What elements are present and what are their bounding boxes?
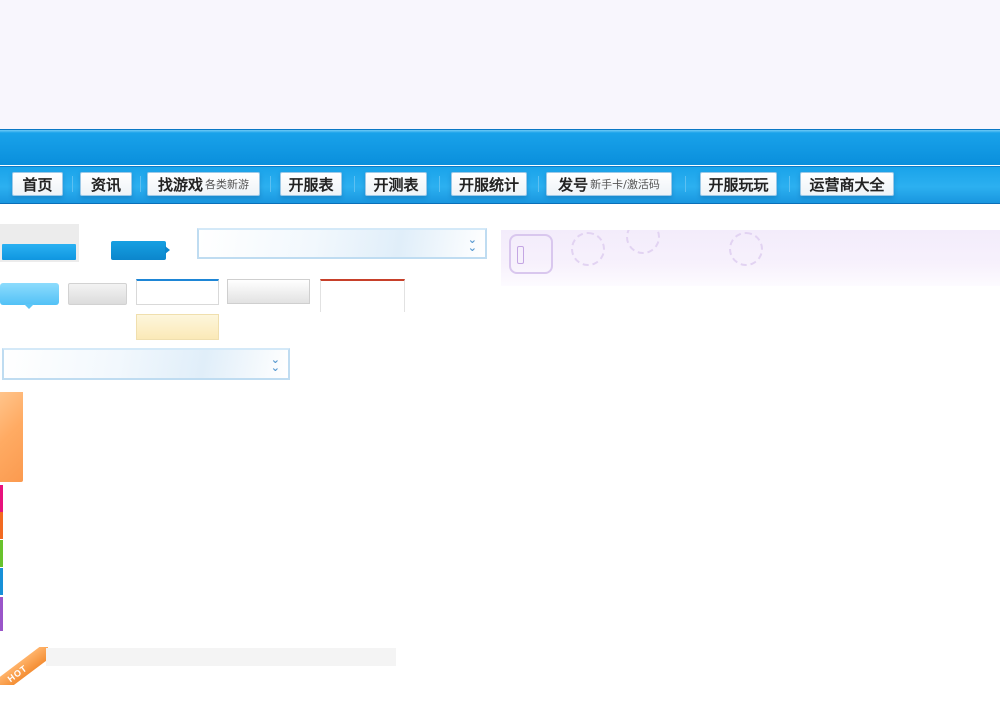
nav-separator [72, 176, 73, 192]
blue-top-tab-box[interactable] [136, 279, 219, 305]
double-chevron-down-icon: ⌄ ⌄ [270, 353, 280, 374]
green-rank-bar [0, 540, 3, 567]
nav-separator [354, 176, 355, 192]
nav-item-label: 找游戏 [157, 175, 203, 194]
gray-gradient-button[interactable] [227, 279, 310, 304]
nav-item-play-new-servers[interactable]: 开服玩玩 [700, 172, 777, 196]
decorative-banner [501, 230, 1000, 286]
gray-button-sprite[interactable] [68, 283, 127, 305]
pink-rank-bar [0, 485, 3, 512]
nav-item-label: 开服表 [288, 175, 334, 194]
hot-label: HOT [5, 662, 30, 684]
blue-tab-sprite[interactable] [2, 244, 76, 260]
nav-separator [538, 176, 539, 192]
phone-icon [509, 234, 553, 274]
nav-item-news[interactable]: 资讯 [80, 172, 132, 196]
flower-ornament-icon [571, 232, 605, 266]
blue-tag-sprite[interactable] [111, 241, 166, 260]
nav-separator [685, 176, 686, 192]
nav-separator [439, 176, 440, 192]
orange-label-sprite [0, 392, 23, 482]
nav-item-server-list[interactable]: 开服表 [280, 172, 342, 196]
nav-item-test-list[interactable]: 开测表 [365, 172, 427, 196]
nav-item-label: 开测表 [373, 175, 419, 194]
tag-arrow-icon [165, 246, 170, 254]
nav-separator [270, 176, 271, 192]
dropdown-select[interactable]: ⌄ ⌄ [197, 228, 487, 259]
nav-separator [140, 176, 141, 192]
hot-ribbon: HOT [0, 647, 48, 685]
purple-rank-bar [0, 597, 3, 631]
nav-item-operators[interactable]: 运营商大全 [800, 172, 894, 196]
dropdown-select-wide[interactable]: ⌄ ⌄ [2, 348, 290, 380]
double-chevron-down-icon: ⌄ ⌄ [467, 232, 477, 254]
nav-item-home[interactable]: 首页 [12, 172, 63, 196]
flower-ornament-icon [626, 230, 660, 254]
yellow-highlight-box [136, 314, 219, 340]
red-top-tab-box[interactable] [320, 279, 405, 312]
hot-ribbon-band: HOT [0, 647, 48, 685]
nav-item-label: 运营商大全 [809, 175, 885, 194]
nav-item-server-stats[interactable]: 开服统计 [451, 172, 527, 196]
nav-separator [789, 176, 790, 192]
nav-item-label: 资讯 [90, 175, 121, 194]
nav-item-sublabel: 新手卡/激活码 [590, 178, 660, 191]
nav-item-gift-codes[interactable]: 发号 新手卡/激活码 [546, 172, 672, 196]
nav-item-label: 首页 [22, 175, 53, 194]
flower-ornament-icon [729, 232, 763, 266]
header-background [0, 0, 1000, 129]
sky-blue-button-sprite[interactable] [0, 283, 59, 305]
blue-rank-bar [0, 568, 3, 595]
nav-item-find-games[interactable]: 找游戏 各类新游 [147, 172, 260, 196]
orange-rank-bar [0, 512, 3, 539]
nav-item-label: 发号 [558, 175, 589, 194]
tooltip-pointer-icon [24, 304, 34, 309]
nav-upper-band [0, 129, 1000, 165]
hot-list-bar [46, 648, 396, 666]
nav-item-label: 开服统计 [458, 175, 519, 194]
nav-item-label: 开服玩玩 [708, 175, 769, 194]
nav-item-sublabel: 各类新游 [205, 178, 249, 191]
